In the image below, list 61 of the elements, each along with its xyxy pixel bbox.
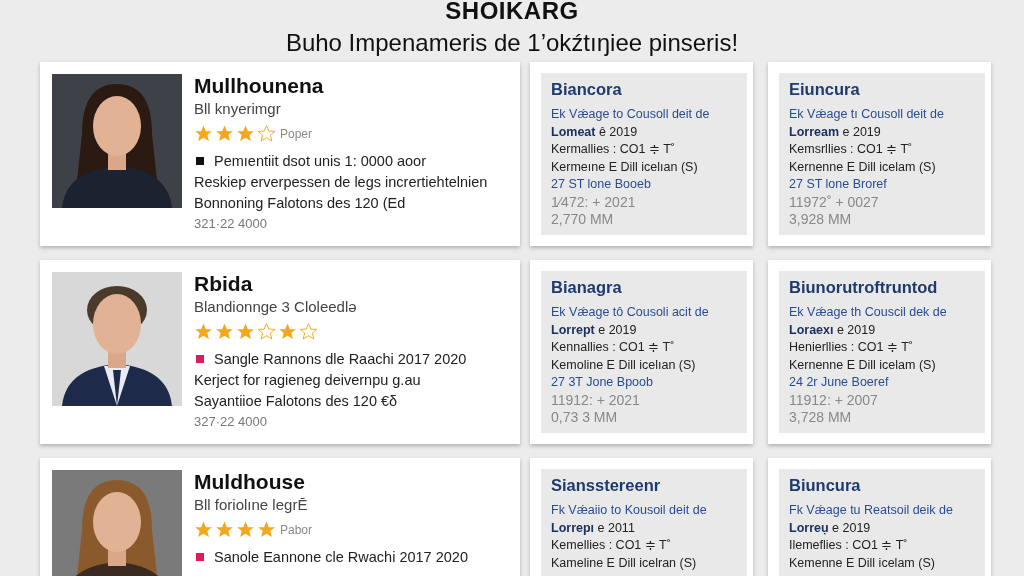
page-title: SHOIKARG xyxy=(445,0,579,22)
detail-link[interactable]: Ek Vǽage to Cousoll deit de xyxy=(551,106,741,124)
person-role: Bll foriolıne legrĒ xyxy=(194,496,309,513)
description-line: Bonnoning Falotons des 120 (Ed xyxy=(194,195,407,211)
detail-line: Kemenne E Dill icelam (S) xyxy=(789,554,936,572)
detail-line: Kermallies : CO1 ≑ T˚ xyxy=(551,141,676,158)
detail-link[interactable]: Ek Vǽage tô Cousoli acit de xyxy=(551,304,741,322)
person-role: Blandionnge 3 Cloleedlə xyxy=(194,298,358,315)
detail-link[interactable]: Ek Vǽage th Couscil dek de xyxy=(789,304,979,322)
detail-line: 11972˚ + 0027 xyxy=(789,193,880,211)
detail-line: Lorrept e 2019 xyxy=(551,321,638,339)
detail-line: Henierllies : CO1 ≑ T˚ xyxy=(789,339,914,356)
detail-title: Bianagra xyxy=(551,278,623,297)
bullet-text: Pemıentiit dsot unis 1: 0000 aoor xyxy=(214,153,426,169)
phone-number: 327·22 4000 xyxy=(194,414,268,429)
detail-line: 11912: + 2021 xyxy=(551,391,641,409)
detail-link[interactable]: Ek Vǽage tı Cousoll deit de xyxy=(789,106,979,124)
detail-line: Lomeat ȇ 2019 xyxy=(551,123,639,141)
detail-link[interactable]: 27 ST lone Booeb xyxy=(551,176,741,194)
detail-line: Lorream e 2019 xyxy=(789,123,882,141)
description-line: Sayantiioe Falotons des 120 €δ xyxy=(194,393,399,409)
rating-label: Pabor xyxy=(280,522,313,537)
detail-link[interactable]: Fk Vǽaiio to Kousoil deit de xyxy=(551,502,741,520)
detail-line: 11912: + 2007 xyxy=(789,391,879,409)
detail-title: Biuncura xyxy=(789,476,862,495)
detail-line: Kameline E Dill icelran (S) xyxy=(551,554,698,572)
person-role: Bll knyerimgr xyxy=(194,100,282,117)
detail-line: Loraexı e 2019 xyxy=(789,321,877,339)
person-name: Mullhounena xyxy=(194,74,325,98)
description-line: Kerject for ragieneg deivernpu g.au xyxy=(194,372,422,388)
detail-line: Kemoline E Dill icelıan (S) xyxy=(551,356,697,374)
detail-line: Kemsrllies : CO1 ≑ T˚ xyxy=(789,141,914,158)
detail-line: 3,928 MM xyxy=(789,211,853,229)
detail-line: Lorrepı e 2011 xyxy=(551,519,636,537)
person-name: Rbida xyxy=(194,272,254,296)
detail-line: 2,770 MM xyxy=(551,211,615,229)
detail-line: Kermeıne E Dill icelıan (S) xyxy=(551,158,699,176)
person-name: Muldhouse xyxy=(194,470,306,494)
detail-line: Kemellies : CO1 ≑ T˚ xyxy=(551,537,672,554)
detail-line: Kennallies : CO1 ≑ T˚ xyxy=(551,339,676,356)
detail-line: Kernenne E Dill icelam (S) xyxy=(789,158,937,176)
detail-link[interactable]: 27 3T Jone Bpoob xyxy=(551,374,741,392)
page-subtitle: Buho Impenameris de 1’okźtıŋiee pinseris! xyxy=(285,30,739,56)
detail-title: Siansstereenr xyxy=(551,476,662,495)
detail-link[interactable]: Fk Vǽage tu Reatsoil deik de xyxy=(789,502,979,520)
detail-line: Kernenne E Dill icelam (S) xyxy=(789,356,937,374)
description-line: Reskiep erverpessen de legs incrertiehtelnien xyxy=(194,174,488,190)
bullet-text: Sangle Rannons dle Raachi 2017 2020 xyxy=(214,351,467,367)
detail-link[interactable]: 24 2r June Boeref xyxy=(789,374,979,392)
detail-link[interactable]: 27 ST lone Broref xyxy=(789,176,979,194)
detail-line: 3,728 MM xyxy=(789,409,853,427)
detail-title: Eiuncura xyxy=(789,80,861,99)
rating-label: Poper xyxy=(280,126,313,141)
detail-title: Biunorutroftruntod xyxy=(789,278,939,297)
detail-line: Lorreụ e 2019 xyxy=(789,519,872,537)
phone-number: 321·22 4000 xyxy=(194,216,268,231)
bullet-text: Sanole Eannone cle Rwachi 2017 2020 xyxy=(214,549,468,565)
detail-line: 1⁄472: + 2021 xyxy=(551,193,637,211)
detail-title: Biancora xyxy=(551,80,623,99)
detail-line: Ilemeflies : CO1 ≑ T˚ xyxy=(789,537,909,554)
detail-line: 0,73 3 MM xyxy=(551,409,619,427)
